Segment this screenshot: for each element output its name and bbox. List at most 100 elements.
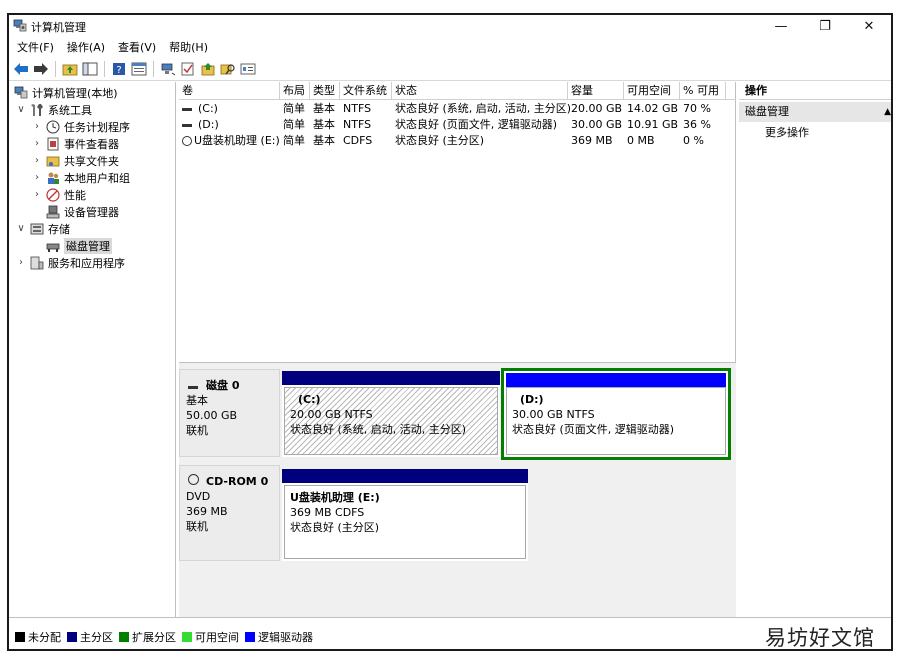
chevron-down-icon[interactable]: ∨ <box>15 104 27 115</box>
toolbar-separator <box>153 60 154 77</box>
cdrom-0-label[interactable]: CD-ROM 0 DVD 369 MB 联机 <box>179 465 280 561</box>
cd-drive-icon <box>186 474 200 489</box>
tree-item-system-tools[interactable]: ∨ 系统工具 <box>15 101 92 118</box>
minimize-button[interactable]: — <box>759 15 803 37</box>
table-cell: 14.02 GB <box>627 102 679 115</box>
list-icon[interactable] <box>240 61 256 77</box>
up-folder-icon[interactable] <box>62 61 78 77</box>
column-header-filesystem[interactable]: 文件系统 <box>340 82 392 100</box>
tree-label: 共享文件夹 <box>64 154 119 168</box>
partition-c[interactable]: (C:) 20.00 GB NTFS 状态良好 (系统, 启动, 活动, 主分区… <box>282 371 500 457</box>
svg-text:?: ? <box>116 65 121 76</box>
column-header-free-space[interactable]: 可用空间 <box>624 82 680 100</box>
console-tree-icon[interactable] <box>82 61 98 77</box>
column-header-status[interactable]: 状态 <box>392 82 568 100</box>
drive-icon <box>182 107 192 111</box>
menu-file[interactable]: 文件(F) <box>17 39 54 55</box>
tree-label: 设备管理器 <box>64 205 119 219</box>
volume-list: 卷 布局 类型 文件系统 状态 容量 可用空间 % 可用 (C:) 简单 基本 … <box>179 82 736 360</box>
volume-name: (D:) <box>198 118 219 131</box>
chevron-right-icon[interactable]: › <box>31 121 43 132</box>
toolbar: ? <box>9 57 891 81</box>
help-icon[interactable]: ? <box>111 61 127 77</box>
more-actions-link[interactable]: 更多操作 <box>765 124 809 142</box>
tree-label: 磁盘管理 <box>64 237 112 254</box>
menu-bar: 文件(F) 操作(A) 查看(V) 帮助(H) <box>9 37 891 57</box>
tree-item-local-users[interactable]: › 本地用户和组 <box>31 169 130 186</box>
table-cell: 36 % <box>683 118 711 131</box>
properties-icon[interactable] <box>131 61 147 77</box>
search-icon[interactable] <box>220 61 236 77</box>
volume-cell: U盘装机助理 (E:) <box>179 133 280 149</box>
watermark-text: 易坊好文馆 <box>765 626 875 650</box>
export-icon[interactable] <box>200 61 216 77</box>
tree-item-task-scheduler[interactable]: › 任务计划程序 <box>31 118 130 135</box>
tree-item-event-viewer[interactable]: › 事件查看器 <box>31 135 119 152</box>
column-header-capacity[interactable]: 容量 <box>568 82 624 100</box>
connect-icon[interactable] <box>160 61 176 77</box>
table-cell: NTFS <box>343 118 372 131</box>
partition-size: 369 MB CDFS <box>290 506 365 519</box>
chevron-right-icon[interactable]: › <box>31 172 43 183</box>
table-row[interactable]: (C:) 简单 基本 NTFS 状态良好 (系统, 启动, 活动, 主分区) 2… <box>179 101 736 117</box>
legend-swatch-free <box>182 632 192 642</box>
actions-pane: 操作 磁盘管理 ▲ 更多操作 <box>739 82 891 617</box>
table-cell: 0 % <box>683 134 704 147</box>
partition-legend: 未分配 主分区 扩展分区 可用空间 逻辑驱动器 <box>15 629 319 645</box>
check-icon[interactable] <box>180 61 196 77</box>
back-arrow-icon[interactable] <box>13 61 29 77</box>
disk-0-label[interactable]: 磁盘 0 基本 50.00 GB 联机 <box>179 369 280 457</box>
chevron-right-icon[interactable]: › <box>15 257 27 268</box>
column-header-type[interactable]: 类型 <box>310 82 340 100</box>
menu-view[interactable]: 查看(V) <box>118 39 156 55</box>
menu-help[interactable]: 帮助(H) <box>169 39 208 55</box>
tree-item-storage[interactable]: ∨ 存储 <box>15 220 70 237</box>
legend-swatch-logical <box>245 632 255 642</box>
tree-label: 计算机管理(本地) <box>32 86 118 100</box>
performance-icon <box>46 187 60 202</box>
column-header-percent-free[interactable]: % 可用 <box>680 82 726 100</box>
tree-item-services-apps[interactable]: › 服务和应用程序 <box>15 254 125 271</box>
shared-folder-icon <box>46 154 60 168</box>
maximize-button[interactable]: ❐ <box>803 15 847 37</box>
tree-item-disk-management[interactable]: 磁盘管理 <box>43 237 112 254</box>
legend-strip: 未分配 主分区 扩展分区 可用空间 逻辑驱动器 易坊好文馆 <box>9 617 891 650</box>
services-icon <box>30 256 44 270</box>
forward-arrow-icon[interactable] <box>33 61 49 77</box>
table-row[interactable]: U盘装机助理 (E:) 简单 基本 CDFS 状态良好 (主分区) 369 MB… <box>179 133 736 149</box>
legend-label: 未分配 <box>28 631 61 644</box>
column-header-volume[interactable]: 卷 <box>179 82 280 100</box>
table-cell: CDFS <box>343 134 373 147</box>
title-bar: 计算机管理 — ❐ ✕ <box>9 15 891 37</box>
partition-d-body: (D:) 30.00 GB NTFS 状态良好 (页面文件, 逻辑驱动器) <box>506 387 726 455</box>
table-cell: 基本 <box>313 102 335 115</box>
tree-item-performance[interactable]: › 性能 <box>31 186 86 203</box>
chevron-right-icon[interactable]: › <box>31 155 43 166</box>
menu-action[interactable]: 操作(A) <box>67 39 105 55</box>
partition-d[interactable]: (D:) 30.00 GB NTFS 状态良好 (页面文件, 逻辑驱动器) <box>501 368 731 460</box>
column-header-layout[interactable]: 布局 <box>280 82 310 100</box>
event-viewer-icon <box>46 137 60 151</box>
disk-graphical-view: 磁盘 0 基本 50.00 GB 联机 (C:) 20.00 GB NTFS 状… <box>179 362 736 617</box>
actions-section-disk-management[interactable]: 磁盘管理 ▲ <box>739 102 891 122</box>
volume-name: U盘装机助理 (E:) <box>194 134 280 147</box>
table-cell: 状态良好 (主分区) <box>395 134 485 147</box>
console-tree-pane: 计算机管理(本地) ∨ 系统工具 › 任务计划程序 › 事件查看器 › 共享文件… <box>9 82 176 617</box>
close-button[interactable]: ✕ <box>847 15 891 37</box>
chevron-right-icon[interactable]: › <box>31 138 43 149</box>
chevron-down-icon[interactable]: ∨ <box>15 223 27 234</box>
tree-item-root[interactable]: 计算机管理(本地) <box>11 84 118 101</box>
volume-name: (C:) <box>198 102 218 115</box>
table-cell: NTFS <box>343 102 372 115</box>
disk-type: 基本 <box>186 394 208 407</box>
tree-label: 性能 <box>64 188 86 202</box>
disk-icon <box>186 378 200 393</box>
tree-item-shared-folders[interactable]: › 共享文件夹 <box>31 152 119 169</box>
partition-e[interactable]: U盘装机助理 (E:) 369 MB CDFS 状态良好 (主分区) <box>282 469 528 561</box>
chevron-right-icon[interactable]: › <box>31 189 43 200</box>
table-cell: 30.00 GB <box>571 118 623 131</box>
partition-e-body: U盘装机助理 (E:) 369 MB CDFS 状态良好 (主分区) <box>284 485 526 559</box>
tree-item-device-manager[interactable]: 设备管理器 <box>43 203 119 220</box>
table-row[interactable]: (D:) 简单 基本 NTFS 状态良好 (页面文件, 逻辑驱动器) 30.00… <box>179 117 736 133</box>
collapse-arrow-icon[interactable]: ▲ <box>884 102 891 122</box>
